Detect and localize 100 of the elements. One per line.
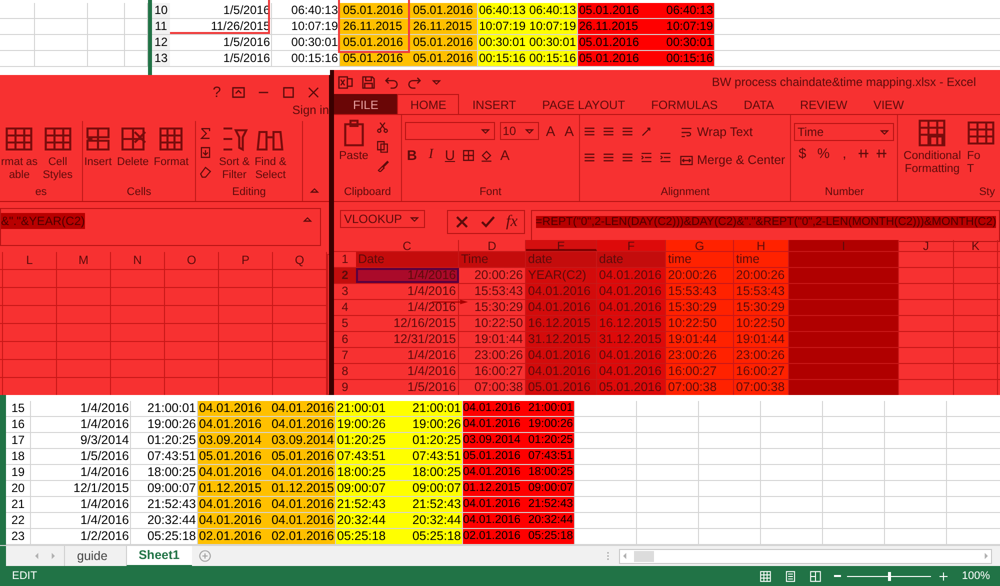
paste-button[interactable]: Paste (337, 119, 370, 163)
ribbon-tab[interactable]: VIEW (860, 94, 917, 114)
align-top-icon[interactable] (582, 124, 596, 138)
column-header[interactable]: H (734, 240, 789, 251)
row-header[interactable]: 6 (334, 332, 356, 347)
column-header[interactable]: Q (273, 252, 327, 269)
ribbon-button[interactable]: Find & Select (254, 125, 288, 182)
column-header[interactable]: M (57, 252, 111, 269)
cancel-icon[interactable] (454, 214, 470, 230)
table-cell: 23:00:26 (734, 348, 789, 363)
page-layout-icon[interactable] (784, 570, 797, 582)
copy-icon[interactable] (376, 140, 390, 153)
column-header[interactable]: I (789, 240, 899, 251)
insert-function-button[interactable]: fx (506, 213, 518, 231)
ribbon-tab[interactable]: REVIEW (786, 94, 860, 114)
font-color-button[interactable]: A (498, 147, 512, 163)
enter-icon[interactable] (480, 214, 496, 230)
row-header[interactable]: 4 (334, 300, 356, 315)
scissors-icon[interactable] (376, 121, 390, 134)
table-cell: 10:22:50 (666, 316, 734, 331)
decrease-decimal-icon[interactable] (875, 146, 888, 160)
file-menu-button[interactable]: FILE (334, 94, 398, 114)
wrap-text-button[interactable]: Wrap Text (680, 123, 786, 141)
table-cell: 05.01.2016 (410, 3, 478, 18)
ribbon-button[interactable]: rmat as able (0, 125, 39, 182)
merge-center-button[interactable]: Merge & Center (680, 151, 786, 169)
row-header[interactable]: 8 (334, 364, 356, 379)
column-header[interactable]: J (899, 240, 954, 251)
row-header[interactable]: 9 (334, 380, 356, 395)
align-right-icon[interactable] (620, 150, 634, 164)
brush-icon[interactable] (376, 159, 390, 172)
row-header[interactable]: 1 (334, 252, 356, 267)
border-icon[interactable] (462, 148, 475, 162)
font-name-field[interactable] (404, 122, 495, 140)
zoom-in-icon[interactable] (936, 570, 950, 582)
font-size-field[interactable]: 10 (500, 122, 539, 140)
bold-button[interactable]: B (404, 147, 419, 163)
table-cell: 21:00:01 (336, 401, 401, 416)
align-left-icon[interactable] (582, 150, 596, 164)
column-header[interactable]: C (356, 240, 459, 251)
font-size-button[interactable]: A (562, 123, 576, 139)
align-center-icon[interactable] (602, 150, 615, 164)
ribbon-button[interactable]: Delete (116, 125, 150, 169)
scroll-thumb[interactable] (634, 550, 654, 562)
ribbon-tab[interactable]: DATA (730, 94, 787, 114)
row-header[interactable]: 3 (334, 284, 356, 299)
number-format-button[interactable]: % (815, 145, 832, 161)
redo-icon[interactable] (407, 74, 422, 90)
orientation-icon[interactable] (640, 124, 653, 138)
column-header[interactable]: P (219, 252, 273, 269)
conditional-formatting-button[interactable]: Conditional Formatting (901, 119, 963, 176)
font-size-button[interactable]: A (544, 123, 558, 139)
table-cell: 1/4/2016 (31, 465, 131, 480)
ribbon-button[interactable]: Insert (83, 125, 113, 169)
add-sheet-icon[interactable] (198, 549, 212, 563)
ribbon-tab[interactable]: FORMULAS (638, 94, 731, 114)
ribbon-button[interactable]: Cell Styles (42, 125, 74, 182)
eraser-icon[interactable] (199, 165, 212, 178)
increase-decimal-icon[interactable] (857, 146, 870, 160)
help-button[interactable]: ? (212, 84, 221, 100)
row-header[interactable]: 2 (334, 268, 356, 283)
ribbon-button[interactable]: Fo T (965, 119, 997, 176)
column-header[interactable]: L (3, 252, 57, 269)
close-icon[interactable] (306, 84, 321, 100)
column-header[interactable]: F (597, 240, 666, 251)
number-format-dropdown[interactable]: Time (794, 123, 894, 141)
sum-icon[interactable] (199, 127, 212, 140)
table-cell: 1/4/2016 (356, 284, 459, 299)
ribbon-button[interactable]: Sort & Filter (218, 125, 251, 182)
indent-icon[interactable] (658, 150, 672, 164)
ribbon-tab[interactable]: INSERT (459, 94, 530, 114)
maximize-icon[interactable] (281, 84, 296, 100)
normal-view-icon[interactable] (758, 570, 772, 582)
ribbon-tab[interactable]: PAGE LAYOUT (529, 94, 638, 114)
align-middle-icon[interactable] (602, 124, 615, 138)
column-header[interactable]: O (165, 252, 219, 269)
name-box[interactable]: VLOOKUP (340, 210, 425, 228)
column-header[interactable]: N (111, 252, 165, 269)
italic-button[interactable]: I (424, 147, 438, 163)
fill-down-icon[interactable] (199, 146, 212, 159)
undo-icon[interactable] (384, 74, 399, 90)
align-bottom-icon[interactable] (620, 124, 634, 138)
number-format-button[interactable]: $ (794, 145, 810, 161)
row-header[interactable]: 7 (334, 348, 356, 363)
zoom-level[interactable]: 100% (962, 570, 990, 582)
number-format-button[interactable]: , (836, 145, 852, 161)
page-break-icon[interactable] (808, 570, 822, 582)
grid-icon (157, 125, 186, 153)
ribbon-button[interactable]: Format (152, 125, 190, 169)
underline-button[interactable]: U (442, 147, 457, 163)
sign-in-link[interactable]: Sign in (292, 103, 329, 121)
restore-ribbon-icon[interactable] (231, 84, 246, 100)
bucket-icon[interactable] (480, 148, 493, 162)
row-header[interactable]: 5 (334, 316, 356, 331)
save-icon[interactable] (361, 74, 376, 90)
sheet-tab[interactable]: Sheet1 (126, 546, 192, 566)
indent-icon[interactable] (640, 150, 653, 164)
column-header[interactable]: G (666, 240, 734, 251)
column-header[interactable]: K (954, 240, 998, 251)
ribbon-tab[interactable]: HOME (397, 94, 460, 114)
